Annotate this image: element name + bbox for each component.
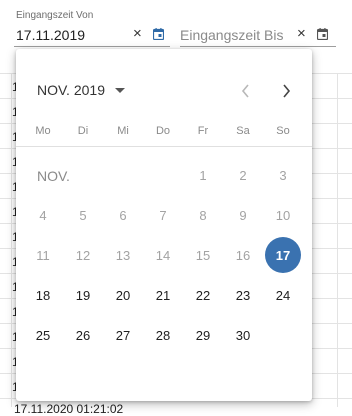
date-to-field[interactable]: Eingangszeit Bis × [180,0,336,50]
weekday-label: Mi [117,125,129,137]
calendar-day: 5 [79,207,87,223]
period-selector[interactable]: NOV. 2019 [37,82,125,98]
calendar-day[interactable]: 26 [65,317,101,353]
calendar-day: 10 [275,207,291,223]
calendar-day[interactable]: 28 [145,317,181,353]
calendar-day: 15 [195,247,211,263]
calendar-day[interactable]: 23 [225,277,261,313]
calendar-day: 7 [159,207,167,223]
selected-day[interactable]: 17 [265,237,301,273]
weekday-label: Di [77,125,89,137]
date-from-underline [14,46,170,47]
clear-to-icon[interactable]: × [297,26,306,42]
weekday-label: Sa [236,125,250,137]
calendar-day: 13 [115,247,131,263]
date-from-value[interactable]: 17.11.2019 [16,27,85,43]
calendar-day: 4 [39,207,47,223]
calendar-day: 12 [75,247,91,263]
next-month-button[interactable] [276,81,296,101]
date-to-placeholder[interactable]: Eingangszeit Bis [180,27,284,43]
calendar-icon[interactable] [317,28,328,40]
calendar-day[interactable]: 27 [105,317,141,353]
weekday-label: Mo [35,125,51,137]
calendar-day[interactable]: 18 [25,277,61,313]
calendar-day[interactable]: 30 [225,317,261,353]
calendar-day: 3 [279,167,287,183]
chevron-right-icon [283,84,291,98]
calendar-day: 11 [36,247,50,263]
chevron-left-icon [241,84,249,98]
calendar-divider [16,146,312,147]
calendar-day[interactable]: 19 [65,277,101,313]
date-to-underline [180,46,336,47]
calendar-day: 14 [155,247,171,263]
calendar-day: 2 [239,167,247,183]
table-row[interactable]: 17.11.2020 01:21:02 [14,402,123,416]
date-from-field[interactable]: Eingangszeit Von 17.11.2019 × [14,0,170,50]
weekday-label: So [276,125,290,137]
period-label: NOV. 2019 [37,82,105,98]
calendar-day: 8 [199,207,207,223]
calendar-day: 9 [239,207,247,223]
clear-from-icon[interactable]: × [133,26,142,42]
calendar-day[interactable]: 29 [185,317,221,353]
calendar-day[interactable]: 22 [185,277,221,313]
calendar-day: 6 [119,207,127,223]
calendar-day[interactable]: 21 [145,277,181,313]
caret-down-icon [114,87,125,93]
weekday-label: Fr [197,125,209,137]
calendar-day: 1 [199,167,207,183]
calendar-day[interactable]: 25 [25,317,61,353]
calendar-day[interactable]: 20 [105,277,141,313]
month-label: NOV. [37,168,70,184]
calendar-day: 16 [235,247,251,263]
previous-month-button[interactable] [236,81,256,101]
weekday-label: Do [155,125,171,137]
datepicker-popup: NOV. 2019 Mo Di Mi Do Fr Sa So NOV. 1234567891… [16,49,312,401]
date-from-label: Eingangszeit Von [16,10,94,21]
calendar-icon[interactable] [153,28,164,40]
calendar-day[interactable]: 24 [265,277,301,313]
